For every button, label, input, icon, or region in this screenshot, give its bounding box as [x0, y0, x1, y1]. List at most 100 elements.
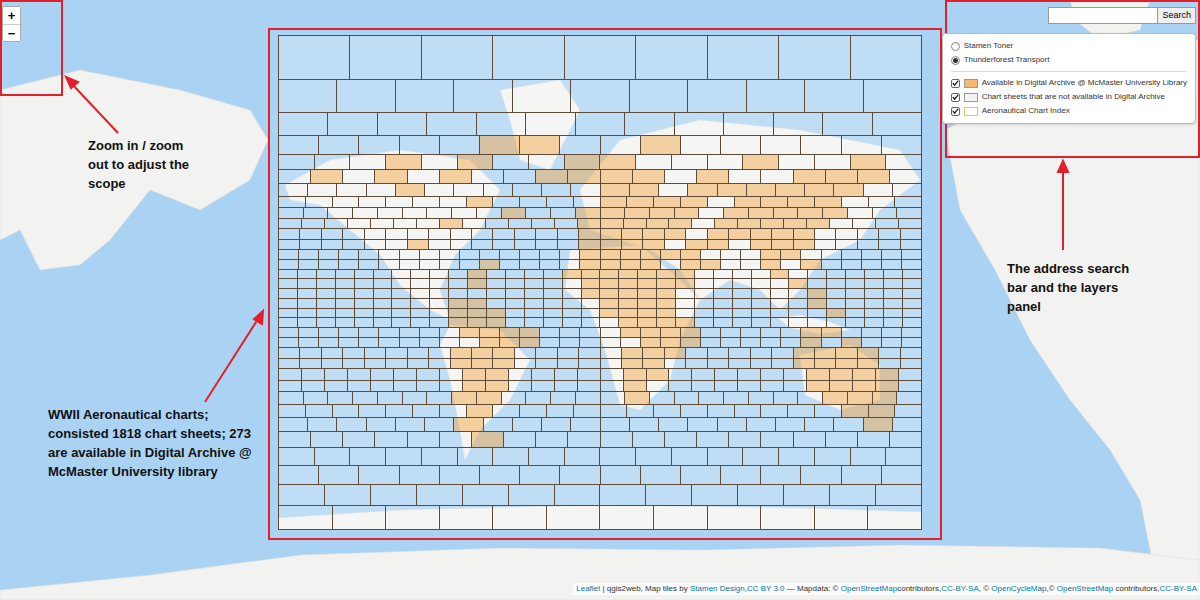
chart-sheet[interactable] — [520, 260, 540, 270]
chart-sheet[interactable] — [676, 318, 695, 328]
chart-sheet[interactable] — [661, 338, 681, 349]
chart-sheet[interactable] — [502, 208, 527, 219]
chart-sheet[interactable] — [827, 270, 846, 280]
chart-sheet[interactable] — [359, 338, 379, 349]
chart-sheet[interactable] — [621, 328, 641, 338]
chart-sheet[interactable] — [472, 359, 493, 370]
chart-sheet[interactable] — [801, 338, 821, 349]
chart-sheet[interactable] — [779, 448, 815, 466]
chart-sheet[interactable] — [355, 289, 374, 299]
chart-sheet[interactable] — [279, 485, 325, 506]
chart-sheet[interactable] — [789, 289, 808, 299]
chart-sheet[interactable] — [650, 392, 675, 404]
chart-sheet[interactable] — [902, 260, 922, 270]
chart-sheet[interactable] — [451, 240, 472, 251]
chart-sheet[interactable] — [729, 359, 750, 370]
chart-sheet[interactable] — [392, 279, 411, 289]
chart-sheet[interactable] — [893, 418, 922, 432]
chart-sheet[interactable] — [879, 359, 900, 370]
chart-sheet[interactable] — [520, 136, 560, 155]
chart-sheet[interactable] — [279, 136, 319, 155]
chart-sheet[interactable] — [299, 250, 319, 260]
chart-sheet[interactable] — [624, 369, 647, 380]
chart-sheet[interactable] — [903, 318, 922, 328]
chart-sheet[interactable] — [571, 184, 600, 196]
chart-sheet[interactable] — [771, 270, 790, 280]
chart-sheet[interactable] — [601, 260, 621, 270]
chart-sheet[interactable] — [638, 289, 657, 299]
chart-sheet[interactable] — [359, 136, 399, 155]
chart-sheet[interactable] — [718, 184, 747, 196]
chart-sheet[interactable] — [525, 318, 544, 328]
chart-sheet[interactable] — [729, 240, 750, 251]
chart-sheet[interactable] — [805, 80, 863, 113]
chart-sheet[interactable] — [339, 328, 359, 338]
chart-sheet[interactable] — [699, 392, 724, 404]
chart-sheet[interactable] — [420, 250, 440, 260]
chart-sheet[interactable] — [582, 270, 601, 280]
chart-sheet[interactable] — [371, 381, 394, 392]
chart-sheet[interactable] — [408, 432, 440, 448]
chart-sheet[interactable] — [801, 136, 841, 155]
chart-sheet[interactable] — [749, 392, 774, 404]
chart-sheet[interactable] — [544, 299, 563, 309]
chart-sheet[interactable] — [638, 279, 657, 289]
chart-sheet[interactable] — [853, 381, 876, 392]
chart-sheet[interactable] — [868, 506, 922, 530]
chart-sheet[interactable] — [741, 250, 761, 260]
chart-sheet[interactable] — [420, 328, 440, 338]
chart-sheet[interactable] — [520, 197, 547, 208]
chart-sheet[interactable] — [520, 338, 540, 349]
chart-sheet[interactable] — [714, 270, 733, 280]
chart-sheet[interactable] — [858, 432, 890, 448]
chart-sheet[interactable] — [299, 260, 319, 270]
chart-sheet[interactable] — [675, 208, 700, 219]
chart-sheet[interactable] — [761, 136, 801, 155]
chart-sheet[interactable] — [526, 113, 575, 136]
chart-sheet[interactable] — [676, 279, 695, 289]
chart-sheet[interactable] — [798, 392, 823, 404]
chart-sheet[interactable] — [430, 270, 449, 280]
chart-sheet[interactable] — [714, 289, 733, 299]
chart-sheet[interactable] — [884, 309, 903, 319]
chart-sheet[interactable] — [600, 279, 619, 289]
chart-sheet[interactable] — [440, 432, 472, 448]
chart-sheet[interactable] — [772, 359, 793, 370]
search-input[interactable] — [1048, 7, 1158, 24]
chart-sheet[interactable] — [392, 299, 411, 309]
chart-sheet[interactable] — [302, 219, 325, 230]
chart-sheet[interactable] — [721, 250, 741, 260]
chart-sheet[interactable] — [601, 348, 622, 359]
chart-sheet[interactable] — [621, 338, 641, 349]
chart-sheet[interactable] — [886, 448, 922, 466]
chart-sheet[interactable] — [386, 405, 413, 418]
chart-sheet[interactable] — [367, 418, 396, 432]
chart-sheet[interactable] — [353, 208, 378, 219]
chart-sheet[interactable] — [761, 405, 788, 418]
chart-sheet[interactable] — [643, 348, 664, 359]
chart-sheet[interactable] — [279, 219, 302, 230]
chart-sheet[interactable] — [890, 170, 922, 184]
chart-sheet[interactable] — [374, 318, 393, 328]
chart-sheet[interactable] — [714, 279, 733, 289]
chart-sheet[interactable] — [641, 260, 661, 270]
chart-sheet[interactable] — [392, 318, 411, 328]
chart-sheet[interactable] — [708, 506, 762, 530]
chart-sheet[interactable] — [379, 328, 399, 338]
chart-sheet[interactable] — [484, 184, 513, 196]
chart-sheet[interactable] — [319, 136, 359, 155]
chart-sheet[interactable] — [532, 381, 555, 392]
chart-sheet[interactable] — [298, 289, 317, 299]
chart-sheet[interactable] — [665, 432, 697, 448]
chart-sheet[interactable] — [374, 289, 393, 299]
chart-sheet[interactable] — [848, 208, 873, 219]
chart-sheet[interactable] — [781, 338, 801, 349]
chart-sheet[interactable] — [784, 219, 807, 230]
chart-sheet[interactable] — [386, 155, 422, 170]
chart-sheet[interactable] — [654, 506, 708, 530]
chart-sheet[interactable] — [846, 309, 865, 319]
chart-sheet[interactable] — [333, 506, 387, 530]
chart-sheet[interactable] — [869, 197, 896, 208]
chart-sheet[interactable] — [304, 392, 329, 404]
chart-sheet[interactable] — [555, 381, 578, 392]
